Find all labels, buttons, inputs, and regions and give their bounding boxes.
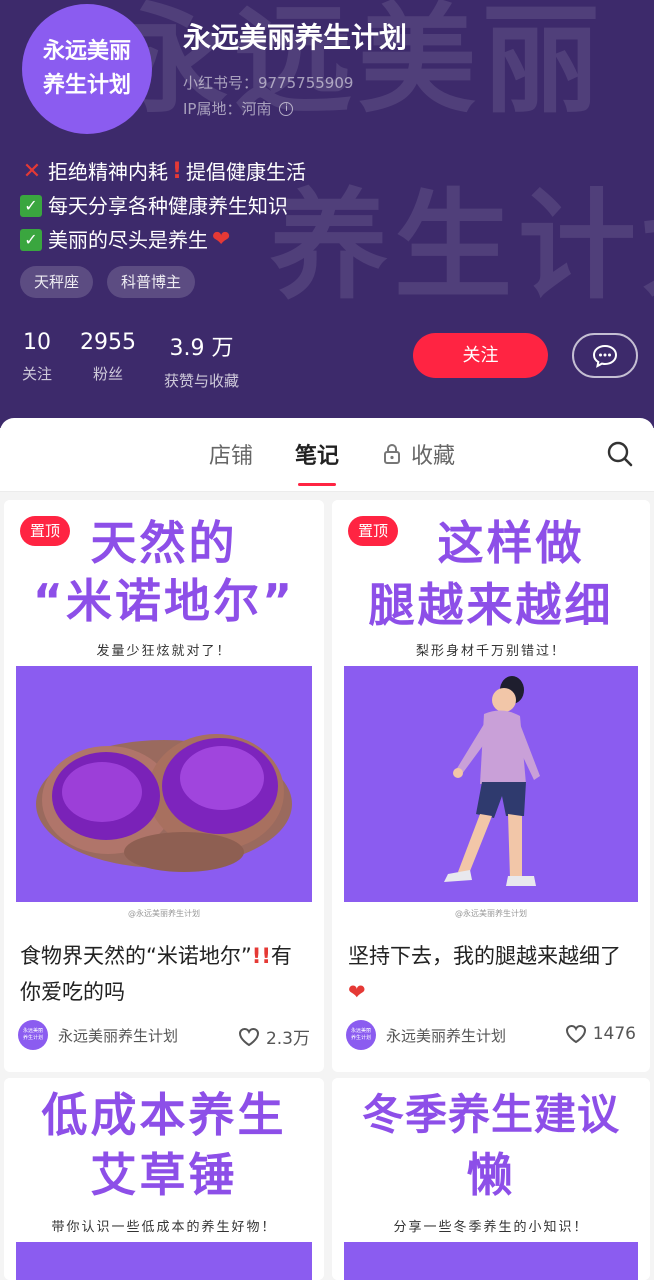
note-card[interactable]: 低成本养生 艾草锤 带你认识一些低成本的养生好物！ [4, 1078, 324, 1280]
note-title-text: 食物界天然的“米诺地尔” [20, 944, 252, 968]
cover-title: 天然的 [90, 516, 238, 570]
cover-image [344, 1242, 638, 1280]
bio-text: 拒绝精神内耗 [48, 160, 168, 184]
red-heart-icon: ❤ [348, 980, 366, 1004]
cover-title: 懒 [466, 1148, 516, 1202]
cover-image-sweet-potato [16, 666, 312, 902]
mini-avatar-text: 永远美丽 [22, 1028, 43, 1034]
heart-icon [565, 1024, 586, 1044]
bio: ✕ 拒绝精神内耗 ! 提倡健康生活 ✓ 每天分享各种健康养生知识 ✓ 美丽的尽头… [20, 155, 306, 257]
avatar-text: 养生计划 [42, 73, 131, 98]
mini-avatar-text: 养生计划 [22, 1035, 43, 1041]
cover-subtitle: 发量少狂炫就对了！ [96, 644, 232, 659]
note-card[interactable]: 置顶 天然的 “米诺地尔” 发量少狂炫就对了！ @永远美丽养生计划 食物界天然的… [4, 500, 324, 1072]
tag-zodiac[interactable]: 天秤座 [20, 266, 94, 298]
exclamation-icon: ! [172, 159, 183, 184]
bio-line: ✓ 美丽的尽头是养生 ❤ [20, 223, 306, 257]
lock-icon [384, 444, 400, 464]
background-watermark: 养生计划 [270, 177, 654, 315]
like-count: 1476 [592, 1024, 636, 1044]
stat-label: 获赞与收藏 [164, 372, 240, 390]
message-icon [592, 344, 618, 368]
cover-image-walking-woman [344, 666, 638, 902]
mini-avatar-text: 养生计划 [350, 1035, 371, 1041]
check-mark-icon: ✓ [20, 195, 42, 217]
note-author[interactable]: 永远美丽 养生计划 永远美丽养生计划 [18, 1020, 178, 1050]
stat-value: 2955 [80, 330, 137, 355]
bio-text: 提倡健康生活 [186, 160, 307, 184]
note-title-text: 坚持下去，我的腿越来越细了 [348, 944, 621, 968]
author-avatar: 永远美丽 养生计划 [346, 1020, 376, 1050]
note-cover: 低成本养生 艾草锤 带你认识一些低成本的养生好物！ [4, 1078, 324, 1280]
cover-title: 低成本养生 [41, 1088, 287, 1142]
stat-following[interactable]: 10 关注 [22, 330, 52, 391]
bio-line: ✓ 每天分享各种健康养生知识 [20, 189, 306, 223]
cover-subtitle: 带你认识一些低成本的养生好物！ [51, 1220, 277, 1235]
note-card[interactable]: 冬季养生建议 懒 分享一些冬季养生的小知识！ [332, 1078, 650, 1280]
info-icon[interactable]: i [279, 101, 294, 116]
cover-title: “米诺地尔” [32, 574, 296, 628]
tab-favorites-label: 收藏 [411, 444, 456, 469]
cover-title: 冬季养生建议 [361, 1090, 620, 1139]
note-cover: 置顶 天然的 “米诺地尔” 发量少狂炫就对了！ @永远美丽养生计划 [4, 500, 324, 920]
like-count: 2.3万 [265, 1029, 310, 1049]
like-button[interactable]: 2.3万 [238, 1024, 310, 1049]
bio-text: 美丽的尽头是养生 [48, 228, 208, 252]
cover-subtitle: 分享一些冬季养生的小知识！ [393, 1220, 589, 1235]
user-id: 小红书号：9775755909 [183, 74, 354, 92]
note-cover: 冬季养生建议 懒 分享一些冬季养生的小知识！ [332, 1078, 650, 1280]
message-button[interactable] [572, 333, 638, 378]
author-name: 永远美丽养生计划 [58, 1026, 179, 1045]
avatar-text: 永远美丽 [42, 39, 131, 64]
note-card[interactable]: 置顶 这样做 腿越来越细 梨形身材千万别错过！ @永远美丽养生计划 坚持下去，我… [332, 500, 650, 1072]
author-avatar: 永远美丽 养生计划 [18, 1020, 48, 1050]
cover-watermark: @永远美丽养生计划 [128, 909, 200, 918]
note-cover: 置顶 这样做 腿越来越细 梨形身材千万别错过！ @永远美丽养生计划 [332, 500, 650, 920]
cover-title: 这样做 [437, 516, 585, 570]
heart-icon: ❤ [212, 227, 231, 252]
author-name: 永远美丽养生计划 [386, 1026, 507, 1045]
tab-shop[interactable]: 店铺 [209, 438, 253, 470]
bio-text: 每天分享各种健康养生知识 [48, 194, 288, 218]
profile-tags: 天秤座 科普博主 [20, 266, 196, 298]
ip-location: IP属地：河南 i [183, 98, 294, 119]
avatar[interactable]: 永远美丽 养生计划 [22, 4, 152, 134]
profile-nickname: 永远美丽养生计划 [183, 21, 408, 54]
cover-title: 艾草锤 [90, 1148, 238, 1202]
profile-stats: 10 关注 2955 粉丝 3.9 万 获赞与收藏 [22, 330, 239, 391]
stat-value: 3.9 万 [169, 336, 234, 361]
walking-woman-illustration [444, 676, 540, 886]
cross-mark-icon: ✕ [22, 159, 42, 184]
sweet-potato-illustration [36, 734, 292, 872]
note-author[interactable]: 永远美丽 养生计划 永远美丽养生计划 [346, 1020, 506, 1050]
follow-button[interactable]: 关注 [413, 333, 548, 378]
tab-favorites[interactable]: 收藏 [383, 438, 455, 470]
cover-watermark: @永远美丽养生计划 [455, 909, 527, 918]
cover-subtitle: 梨形身材千万别错过！ [415, 644, 566, 659]
cover-title: 腿越来越细 [368, 578, 614, 632]
search-icon[interactable] [606, 440, 634, 468]
stat-followers[interactable]: 2955 粉丝 [80, 330, 136, 391]
note-title: 坚持下去，我的腿越来越细了 ❤ [348, 938, 638, 1010]
mini-avatar-text: 永远美丽 [350, 1028, 371, 1034]
stat-label: 粉丝 [93, 365, 124, 383]
stat-label: 关注 [22, 365, 53, 383]
double-exclamation-icon: !! [251, 944, 271, 968]
tag-category[interactable]: 科普博主 [107, 266, 196, 298]
check-mark-icon: ✓ [20, 229, 42, 251]
tab-bar: 店铺 笔记 收藏 [0, 418, 654, 492]
stat-likes-and-saves[interactable]: 3.9 万 获赞与收藏 [164, 330, 239, 391]
stat-value: 10 [23, 330, 51, 355]
note-title: 食物界天然的“米诺地尔”!!有你爱吃的吗 [20, 938, 310, 1010]
profile-header: 永远美丽 养生计划 永远美丽 养生计划 永远美丽养生计划 小红书号：977575… [0, 0, 654, 428]
heart-icon [238, 1027, 259, 1046]
cover-image [16, 1242, 312, 1280]
tab-notes[interactable]: 笔记 [295, 438, 339, 486]
ip-label: IP属地：河南 [183, 100, 272, 118]
bio-line: ✕ 拒绝精神内耗 ! 提倡健康生活 [20, 155, 306, 189]
like-button[interactable]: 1476 [565, 1024, 636, 1044]
